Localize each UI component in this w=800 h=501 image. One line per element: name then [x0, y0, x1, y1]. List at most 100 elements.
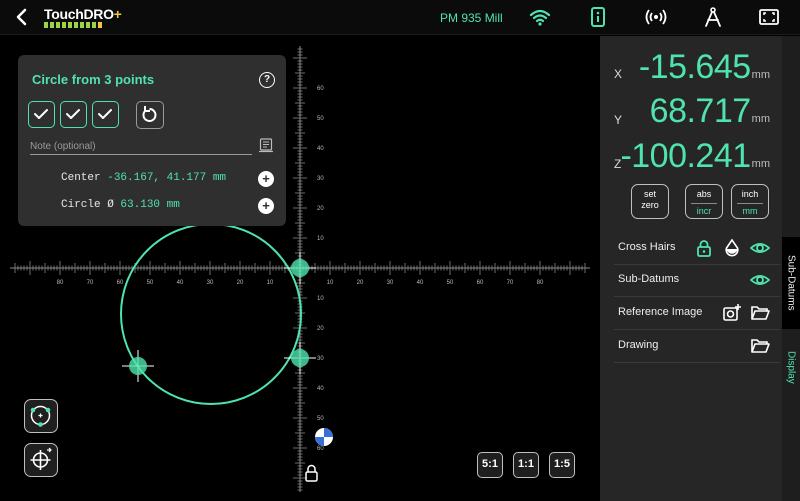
logo-plus: + — [113, 6, 122, 22]
folder-icon[interactable] — [750, 336, 770, 356]
incr-label: incr — [691, 203, 717, 217]
machine-name[interactable]: PM 935 Mill — [440, 11, 503, 25]
y-unit: mm — [751, 113, 770, 125]
center-row: Center -36.167, 41.177 mm — [61, 172, 226, 184]
v-tick-label: 40 — [317, 146, 324, 152]
point-1-checkbox[interactable] — [28, 101, 55, 128]
note-input[interactable] — [30, 138, 252, 155]
side-tabs: Sub-Datums Display — [782, 36, 800, 501]
mm-label: mm — [737, 203, 763, 217]
info-icon[interactable] — [587, 6, 609, 28]
v-tick-label: 60 — [317, 86, 324, 92]
y-axis-label: Y — [614, 113, 623, 127]
v-tick-label: 20 — [317, 326, 324, 332]
v-tick-label: 30 — [317, 176, 324, 182]
z-readout[interactable]: -100.241mm — [620, 137, 770, 176]
folder-icon[interactable] — [750, 303, 770, 323]
set-zero-line1: set — [643, 189, 656, 199]
h-tick-label: 40 — [177, 280, 184, 286]
v-tick-label: 40 — [317, 386, 324, 392]
compass-icon[interactable] — [702, 6, 724, 28]
panel-title: Circle from 3 points — [32, 72, 155, 87]
opacity-icon[interactable] — [722, 238, 742, 258]
inch-mm-toggle[interactable]: inch mm — [731, 184, 769, 219]
logo-text: TouchDRO — [44, 6, 114, 22]
point-marker[interactable] — [284, 342, 316, 374]
lock-icon[interactable] — [694, 238, 714, 258]
h-tick-label: 50 — [147, 280, 154, 286]
sub-datums-label: Sub-Datums — [618, 273, 680, 285]
drawing-label: Drawing — [618, 339, 659, 351]
crosshair-icon — [30, 447, 52, 470]
abs-incr-toggle[interactable]: abs incr — [685, 184, 723, 219]
broadcast-icon[interactable] — [645, 6, 667, 28]
center-label: Center — [61, 172, 101, 184]
back-arrow-icon[interactable] — [12, 7, 32, 27]
x-axis-label: X — [614, 67, 623, 81]
checkmark-icon — [66, 109, 80, 119]
abs-label: abs — [696, 189, 712, 199]
fullscreen-icon[interactable] — [758, 6, 780, 28]
h-tick-label: 60 — [477, 280, 484, 286]
v-tick-label: 30 — [317, 356, 324, 362]
h-tick-label: 60 — [117, 280, 124, 286]
app-logo: TouchDRO+ — [44, 6, 122, 30]
h-tick-label: 20 — [237, 280, 244, 286]
circle-from-3-points-panel: Circle from 3 points ? Center -36.167, 4… — [18, 55, 286, 226]
h-tick-label: 80 — [57, 280, 64, 286]
reset-button[interactable] — [136, 101, 164, 129]
inch-label: inch — [741, 189, 759, 199]
wifi-icon[interactable] — [529, 6, 551, 28]
sub-datums-row: Sub-Datums — [614, 265, 780, 297]
h-tick-label: 30 — [207, 280, 214, 286]
add-photo-icon[interactable] — [722, 303, 742, 323]
top-bar: TouchDRO+ PM 935 Mill — [0, 0, 800, 35]
zoom-5-1-button[interactable]: 5:1 — [477, 452, 503, 478]
circle-value: 63.130 mm — [120, 199, 180, 211]
h-tick-label: 10 — [327, 280, 334, 286]
v-tick-label: 20 — [317, 206, 324, 212]
zoom-1-1-button[interactable]: 1:1 — [513, 452, 539, 478]
point-3-checkbox[interactable] — [92, 101, 119, 128]
add-circle-button[interactable]: + — [258, 198, 274, 214]
h-tick-label: 70 — [507, 280, 514, 286]
z-unit: mm — [751, 158, 770, 170]
checkmark-icon — [34, 109, 48, 119]
point-2-checkbox[interactable] — [60, 101, 87, 128]
checkmark-icon — [98, 109, 112, 119]
eye-icon[interactable] — [750, 270, 770, 290]
reference-image-row: Reference Image — [614, 298, 780, 330]
shapes-tool-button[interactable] — [24, 399, 58, 433]
set-zero-button[interactable]: set zero — [631, 184, 669, 219]
x-unit: mm — [751, 69, 770, 81]
h-tick-label: 50 — [447, 280, 454, 286]
reset-icon — [142, 106, 157, 122]
help-icon[interactable]: ? — [259, 72, 275, 88]
v-tick-label: 10 — [317, 296, 324, 302]
h-tick-label: 40 — [417, 280, 424, 286]
h-tick-label: 30 — [387, 280, 394, 286]
set-zero-line2: zero — [641, 200, 659, 210]
dro-panel: X -15.645mm Y 68.717mm Z -100.241mm set … — [600, 36, 782, 501]
eye-icon[interactable] — [750, 238, 770, 258]
z-value: -100.241 — [620, 137, 751, 175]
x-readout[interactable]: -15.645mm — [639, 48, 770, 87]
y-value: 68.717 — [649, 92, 752, 130]
v-tick-label: 60 — [317, 446, 324, 452]
lock-icon[interactable] — [305, 464, 318, 482]
v-tick-label: 10 — [317, 236, 324, 242]
zoom-1-5-button[interactable]: 1:5 — [549, 452, 575, 478]
point-marker[interactable] — [122, 350, 154, 382]
tab-sub-datums[interactable]: Sub-Datums — [782, 237, 800, 329]
crosshair-tool-button[interactable] — [24, 443, 58, 477]
v-tick-label: 50 — [317, 116, 324, 122]
cross-hairs-row: Cross Hairs — [614, 233, 780, 265]
cross-hairs-label: Cross Hairs — [618, 241, 676, 253]
add-center-button[interactable]: + — [258, 171, 274, 187]
origin-marker-icon — [315, 428, 333, 446]
y-readout[interactable]: 68.717mm — [650, 92, 770, 131]
circle-label: Circle Ø — [61, 199, 114, 211]
tab-display[interactable]: Display — [782, 336, 800, 398]
point-marker[interactable] — [284, 252, 316, 284]
note-icon[interactable] — [259, 138, 273, 153]
